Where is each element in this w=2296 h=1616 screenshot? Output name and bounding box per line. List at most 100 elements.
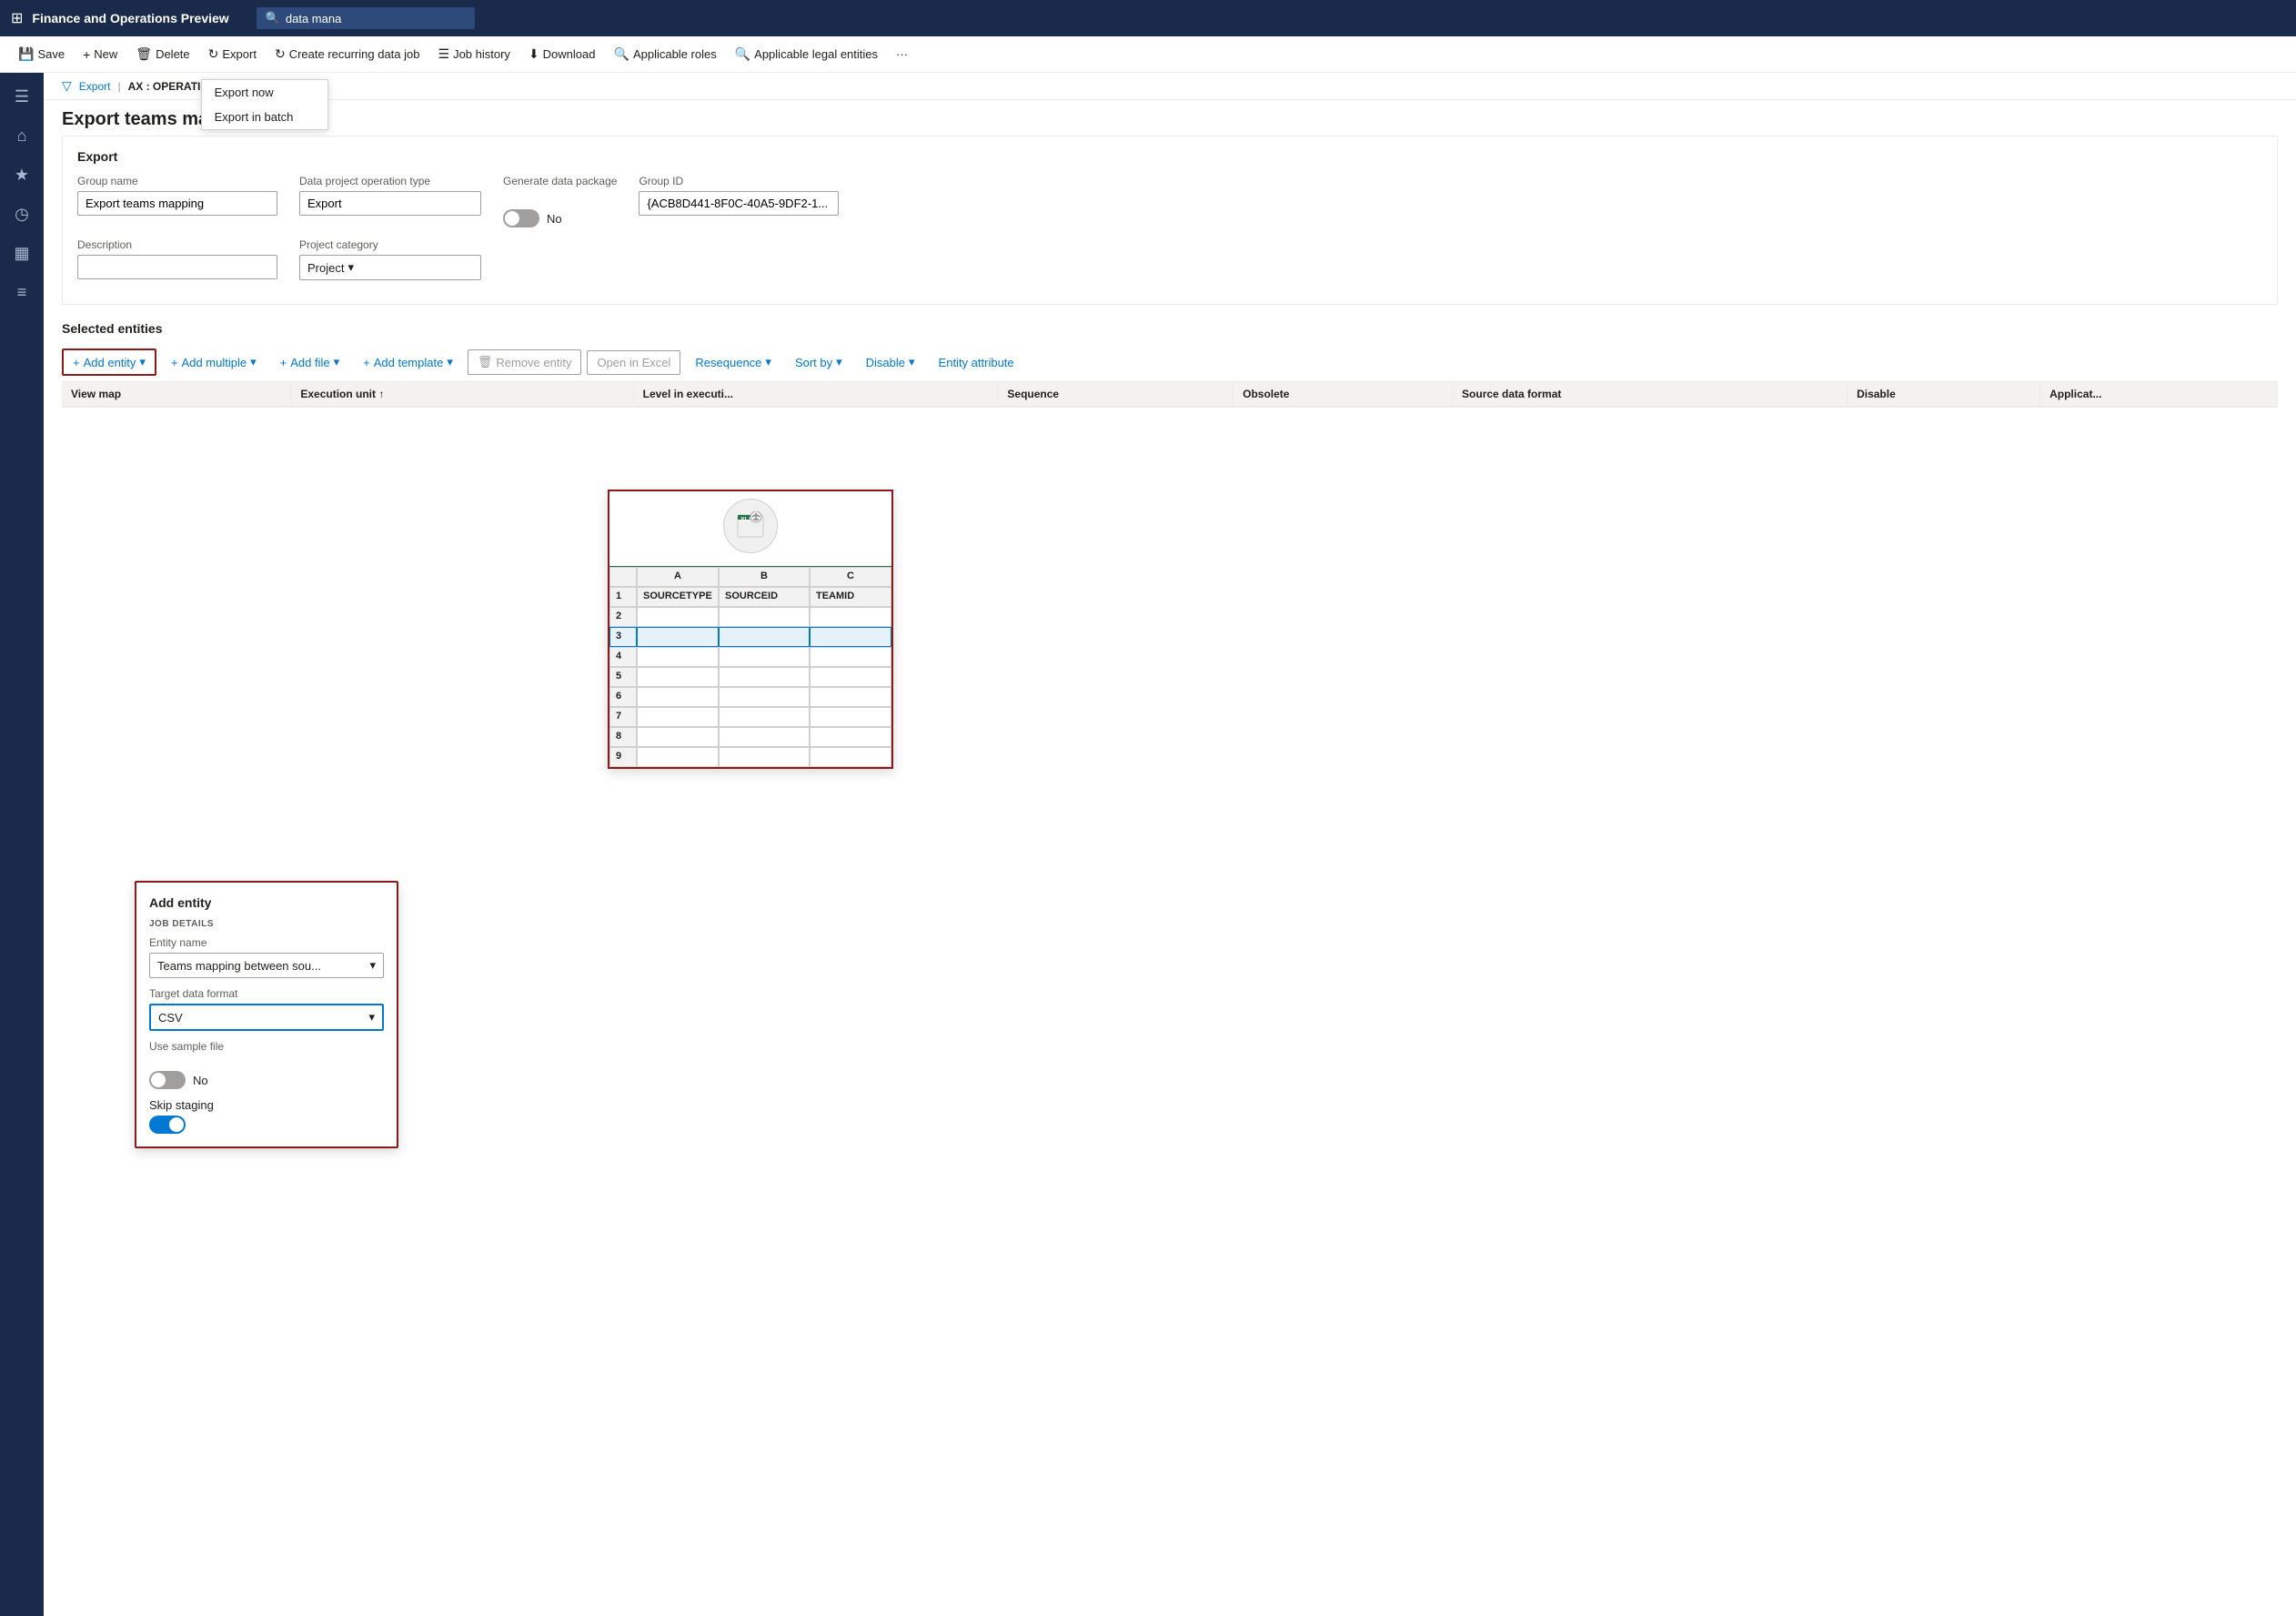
sort-by-button[interactable]: Sort by ▾	[786, 350, 851, 374]
group-id-field: Group ID	[639, 175, 839, 216]
disable-button[interactable]: Disable ▾	[857, 350, 924, 374]
export-form-section: Export Group name Data project operation…	[62, 136, 2278, 305]
col-view-map: View map	[62, 382, 291, 407]
project-category-select[interactable]: Project ▾	[299, 255, 481, 280]
group-name-field: Group name	[77, 175, 277, 216]
new-icon: +	[83, 47, 90, 62]
excel-cell-a3	[637, 627, 719, 647]
group-name-label: Group name	[77, 175, 277, 187]
sidebar-item-favorites[interactable]: ★	[5, 158, 38, 192]
breadcrumb-export-link[interactable]: Export	[79, 80, 111, 93]
chevron-down-icon: ▾	[447, 355, 453, 369]
generate-package-toggle[interactable]	[503, 209, 539, 227]
excel-cell-b5	[719, 667, 810, 687]
search-icon: 🔍	[266, 11, 280, 25]
delete-icon: 🗑	[478, 355, 493, 369]
remove-entity-button[interactable]: 🗑 Remove entity	[468, 349, 582, 375]
entity-name-select[interactable]: Teams mapping between sou... ▾	[149, 953, 384, 978]
col-disable: Disable	[1848, 382, 2040, 407]
app-grid-icon[interactable]: ⊞	[11, 9, 23, 27]
target-format-field: Target data format CSV ▾	[149, 987, 384, 1031]
sidebar-item-hamburger[interactable]: ☰	[5, 80, 38, 114]
target-format-select[interactable]: CSV ▾	[149, 1004, 384, 1031]
use-sample-label: Use sample file	[149, 1040, 384, 1053]
sidebar-item-workspaces[interactable]: ▦	[5, 237, 38, 270]
excel-cell-c2	[810, 607, 891, 627]
use-sample-toggle[interactable]	[149, 1071, 186, 1089]
chevron-down-icon: ▾	[836, 355, 842, 369]
chevron-down-icon: ▾	[369, 958, 376, 973]
new-dropdown-container: + New	[76, 44, 125, 66]
group-id-input[interactable]	[639, 191, 839, 216]
breadcrumb: ▽ Export | AX : OPERATIONS	[44, 73, 2296, 100]
chevron-down-icon: ▾	[347, 260, 354, 275]
excel-col-a: A	[637, 567, 719, 587]
description-input[interactable]	[77, 255, 277, 279]
data-project-field: Data project operation type	[299, 175, 481, 216]
entity-attribute-button[interactable]: Entity attribute	[930, 351, 1023, 374]
legal-icon: 🔍	[735, 46, 750, 62]
group-name-input[interactable]	[77, 191, 277, 216]
excel-cell-a6	[637, 687, 719, 707]
skip-staging-toggle-container	[149, 1116, 384, 1134]
excel-cell-a9	[637, 747, 719, 767]
excel-icon-container: XLS	[609, 491, 891, 566]
sidebar-item-list[interactable]: ≡	[5, 276, 38, 309]
entities-title: Selected entities	[62, 314, 2278, 336]
export-in-batch-item[interactable]: Export in batch	[202, 105, 327, 129]
add-file-button[interactable]: + Add file ▾	[271, 350, 349, 374]
excel-cell-c9	[810, 747, 891, 767]
export-button[interactable]: ↻ Export	[201, 43, 264, 66]
excel-cell-b1: SOURCEID	[719, 587, 810, 607]
breadcrumb-separator: |	[117, 80, 120, 93]
job-history-icon: ☰	[438, 46, 450, 62]
new-button[interactable]: + New	[76, 44, 125, 66]
skip-staging-toggle[interactable]	[149, 1116, 186, 1134]
entity-name-value: Teams mapping between sou...	[157, 959, 321, 973]
col-applicable: Applicat...	[2040, 382, 2278, 407]
export-now-item[interactable]: Export now	[202, 80, 327, 105]
applicable-roles-button[interactable]: 🔍 Applicable roles	[607, 43, 724, 66]
form-row-1: Group name Data project operation type G…	[77, 175, 2262, 227]
entity-name-field: Entity name Teams mapping between sou...…	[149, 936, 384, 978]
col-source-format: Source data format	[1453, 382, 1848, 407]
resequence-button[interactable]: Resequence ▾	[686, 350, 780, 374]
use-sample-toggle-container: No	[149, 1071, 384, 1089]
more-button[interactable]: ···	[889, 44, 915, 65]
excel-cell-a1: SOURCETYPE	[637, 587, 719, 607]
filter-icon: ▽	[62, 78, 72, 94]
data-project-input[interactable]	[299, 191, 481, 216]
excel-cell-b3	[719, 627, 810, 647]
add-template-button[interactable]: + Add template ▾	[354, 350, 462, 374]
excel-corner	[609, 567, 637, 587]
target-format-value: CSV	[158, 1011, 183, 1025]
excel-col-b: B	[719, 567, 810, 587]
add-multiple-button[interactable]: + Add multiple ▾	[162, 350, 266, 374]
search-input[interactable]	[286, 12, 449, 25]
excel-row-9: 9	[609, 747, 637, 767]
job-history-button[interactable]: ☰ Job history	[431, 43, 518, 66]
excel-cell-c5	[810, 667, 891, 687]
use-sample-field: Use sample file	[149, 1040, 384, 1053]
description-label: Description	[77, 238, 277, 251]
chevron-down-icon: ▾	[250, 355, 257, 369]
delete-button[interactable]: 🗑 Delete	[128, 43, 196, 66]
excel-cell-a8	[637, 727, 719, 747]
main-layout: ☰ ⌂ ★ ◷ ▦ ≡ ▽ Export | AX : OPERATIONS E…	[0, 73, 2296, 1616]
plus-icon: +	[171, 356, 178, 369]
excel-file-icon: XLS	[723, 499, 778, 553]
sidebar-item-home[interactable]: ⌂	[5, 119, 38, 153]
save-button[interactable]: 💾 Save	[11, 43, 72, 66]
recurring-icon: ↻	[275, 46, 286, 62]
applicable-legal-button[interactable]: 🔍 Applicable legal entities	[728, 43, 885, 66]
project-category-field: Project category Project ▾	[299, 238, 481, 280]
overlay-area: Add entity JOB DETAILS Entity name Teams…	[44, 408, 2296, 1616]
open-in-excel-button[interactable]: Open in Excel	[587, 350, 680, 375]
sidebar-item-recent[interactable]: ◷	[5, 197, 38, 231]
download-button[interactable]: ⬇ Download	[521, 43, 603, 66]
add-entity-button[interactable]: + Add entity ▾	[62, 348, 156, 376]
create-recurring-button[interactable]: ↻ Create recurring data job	[267, 43, 428, 66]
excel-row-2: 2	[609, 607, 637, 627]
excel-cell-b6	[719, 687, 810, 707]
excel-cell-a4	[637, 647, 719, 667]
